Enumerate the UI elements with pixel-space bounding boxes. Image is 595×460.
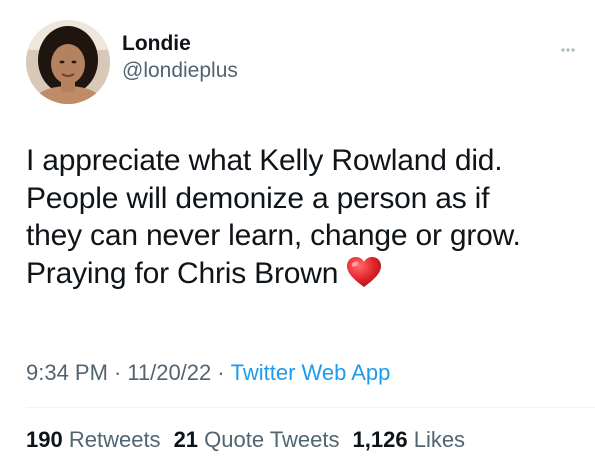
tweet-time[interactable]: 9:34 PM (26, 360, 108, 385)
tweet-line: People will demonize a person as if (26, 181, 490, 215)
tweet-header: Londie @londieplus (26, 20, 238, 104)
tweet-line: I appreciate what Kelly Rowland did. (26, 144, 503, 177)
tweet-meta: 9:34 PM · 11/20/22 · Twitter Web App (26, 360, 390, 386)
tweet-line: Praying for Chris Brown (26, 256, 339, 290)
retweets-label: Retweets (68, 427, 161, 452)
avatar[interactable] (26, 20, 110, 104)
user-names: Londie @londieplus (122, 31, 238, 85)
likes-stat[interactable]: 1,126 Likes (353, 427, 466, 452)
tweet-card: Londie @londieplus I appreciate what Kel… (0, 0, 595, 460)
tweet-line: they can never learn, change or grow. (26, 219, 521, 252)
red-heart-icon (346, 256, 382, 288)
display-name[interactable]: Londie (122, 31, 238, 57)
likes-count: 1,126 (352, 427, 408, 452)
user-handle[interactable]: @londieplus (122, 57, 238, 85)
tweet-date[interactable]: 11/20/22 (127, 360, 211, 385)
tweet-source-link[interactable]: Twitter Web App (231, 360, 391, 385)
likes-label: Likes (413, 427, 466, 452)
tweet-line-last: Praying for Chris Brown (26, 255, 586, 293)
tweet-text: I appreciate what Kelly Rowland did. Peo… (26, 142, 586, 292)
retweets-count: 190 (26, 427, 63, 452)
retweets-stat[interactable]: 190 Retweets (26, 427, 161, 452)
quote-tweets-stat[interactable]: 21 Quote Tweets (174, 427, 340, 452)
quote-tweets-count: 21 (173, 427, 199, 452)
tweet-stats: 190 Retweets 21 Quote Tweets 1,126 Likes (26, 427, 478, 453)
more-options-icon[interactable] (561, 40, 575, 52)
meta-separator: · (113, 360, 122, 385)
divider (26, 407, 595, 408)
meta-separator: · (217, 360, 225, 385)
quote-tweets-label: Quote Tweets (204, 427, 340, 452)
